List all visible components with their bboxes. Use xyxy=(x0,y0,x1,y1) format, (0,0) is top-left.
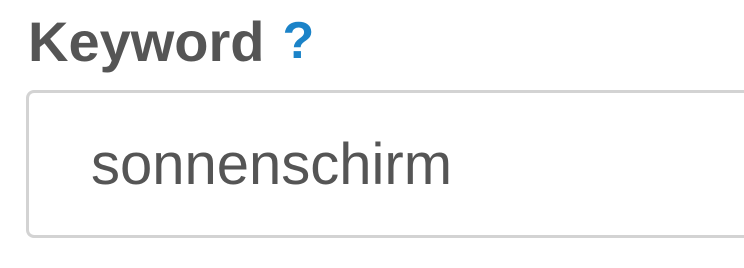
question-mark-icon[interactable]: ? xyxy=(283,11,315,71)
keyword-label-row: Keyword ? xyxy=(28,8,314,74)
keyword-input[interactable] xyxy=(26,90,744,238)
keyword-form-group: Keyword ? xyxy=(0,0,744,268)
keyword-label: Keyword xyxy=(28,9,265,73)
